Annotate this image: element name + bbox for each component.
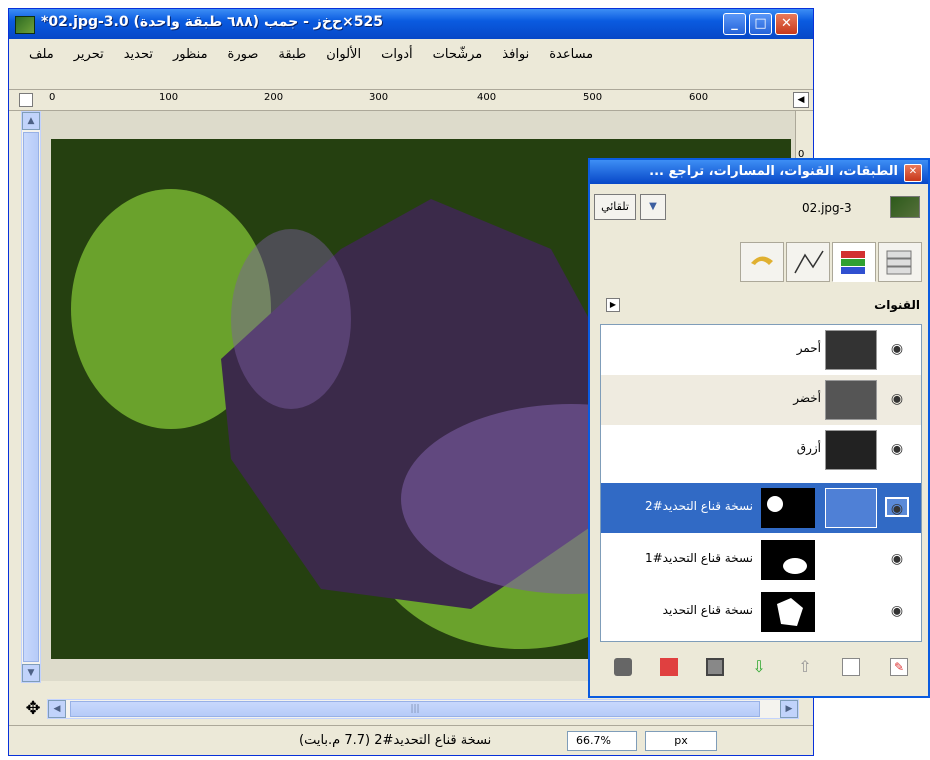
channel-row-red[interactable]: ◉ أحمر: [601, 325, 921, 375]
eye-icon[interactable]: ◉: [885, 389, 909, 409]
maximize-button[interactable]: □: [749, 13, 772, 35]
mask-thumbnail: [761, 488, 815, 528]
channel-name: أزرق: [796, 441, 821, 455]
status-message: نسخة قناع التحديد#2 (7.7 م.بايت): [299, 733, 492, 748]
scroll-down-icon[interactable]: ▼: [22, 664, 40, 682]
layers-icon: [886, 250, 912, 275]
horizontal-scroll-thumb[interactable]: |||: [70, 701, 760, 717]
mask-row-2[interactable]: ◉ نسخة قناع التحديد#2: [601, 483, 921, 533]
tab-channels[interactable]: [832, 242, 876, 282]
channels-icon: [841, 251, 865, 274]
ruler-menu-arrow-icon[interactable]: ◀: [793, 92, 809, 108]
channels-header: ▶ القنوات: [590, 290, 928, 320]
menu-colors[interactable]: الألوان: [326, 47, 361, 62]
tab-layers[interactable]: [878, 242, 922, 282]
close-button[interactable]: ✕: [775, 13, 798, 35]
menu-filters[interactable]: مرشّحات: [433, 47, 483, 62]
menu-file[interactable]: ملف: [29, 47, 54, 62]
eye-icon[interactable]: ◉: [885, 601, 909, 621]
channel-name: أخضر: [793, 391, 821, 405]
menu-tools[interactable]: أدوات: [381, 47, 413, 62]
unit-select[interactable]: px: [645, 731, 717, 751]
channel-color-swatch: [825, 488, 877, 528]
selection-overlay: [231, 229, 351, 409]
mask-name: نسخة قناع التحديد: [662, 603, 753, 617]
mask-thumbnail: [761, 592, 815, 632]
channel-name: أحمر: [796, 341, 821, 355]
title-bar[interactable]: *02.jpg-3.0 (٦٨٨ طبقة واحدة) 525×ح‌خ‌ز -…: [9, 9, 813, 39]
raise-channel-icon[interactable]: ⇧: [796, 658, 814, 676]
mask-name: نسخة قناع التحديد#2: [644, 499, 753, 513]
ruler-tick: 300: [369, 92, 389, 103]
scroll-up-icon[interactable]: ▲: [22, 112, 40, 130]
menu-select[interactable]: تحديد: [124, 47, 153, 62]
menu-layer[interactable]: طبقة: [278, 47, 306, 62]
lower-channel-icon[interactable]: ⇩: [750, 658, 768, 676]
duplicate-channel-icon[interactable]: [706, 658, 724, 676]
auto-button[interactable]: تلقائي: [594, 194, 636, 220]
eye-icon[interactable]: ◉: [885, 549, 909, 569]
ruler-tick: 400: [477, 92, 497, 103]
close-icon[interactable]: ✕: [904, 164, 922, 182]
vertical-scrollbar[interactable]: ▲ ▼: [21, 111, 41, 683]
channel-thumbnail: [825, 430, 877, 470]
ruler-tick: 200: [264, 92, 284, 103]
channel-row-blue[interactable]: ◉ أزرق: [601, 425, 921, 475]
scroll-left-icon[interactable]: ◀: [48, 700, 66, 718]
menu-image[interactable]: صورة: [228, 47, 259, 62]
ruler-tick: 500: [583, 92, 603, 103]
image-name: 02.jpg-3: [802, 201, 852, 215]
menu-windows[interactable]: نوافذ: [502, 47, 529, 62]
channel-thumbnail: [825, 380, 877, 420]
zoom-icon[interactable]: [19, 93, 33, 107]
image-thumbnail: [890, 196, 920, 218]
navigate-icon[interactable]: ✥: [23, 699, 43, 719]
chevron-down-icon[interactable]: ▼: [640, 194, 666, 220]
horizontal-scrollbar[interactable]: ◀ ||| ▶: [47, 699, 799, 719]
tab-menu-icon[interactable]: ▶: [606, 298, 620, 312]
menu-help[interactable]: مساعدة: [549, 47, 593, 62]
dock-title: الطبقات، القنوات، المسارات، تراجع ...: [590, 160, 928, 184]
mask-thumbnail: [761, 540, 815, 580]
tab-paths[interactable]: [786, 242, 830, 282]
edit-channel-icon[interactable]: ✎: [890, 658, 908, 676]
vertical-scroll-thumb[interactable]: [23, 132, 39, 662]
image-selector-row: تلقائي ▼ 02.jpg-3: [590, 188, 928, 224]
menu-edit[interactable]: تحرير: [74, 47, 104, 62]
mask-row-1[interactable]: ◉ نسخة قناع التحديد#1: [601, 535, 921, 585]
dock-tabs: [740, 242, 926, 282]
eye-icon[interactable]: ◉: [885, 439, 909, 459]
channel-thumbnail: [825, 330, 877, 370]
channels-title: القنوات: [874, 298, 920, 312]
tab-undo[interactable]: [740, 242, 784, 282]
paths-icon: [794, 250, 824, 274]
undo-icon: [751, 256, 773, 265]
channel-tools-bar: ⇩ ⇧ ✎: [590, 648, 928, 688]
trash-icon[interactable]: [614, 658, 632, 676]
eye-icon[interactable]: ◉: [885, 497, 909, 517]
mask-name: نسخة قناع التحديد#1: [644, 551, 753, 565]
minimize-button[interactable]: _: [723, 13, 746, 35]
eye-icon[interactable]: ◉: [885, 339, 909, 359]
menu-view[interactable]: منظور: [173, 47, 208, 62]
channels-list: ◉ أحمر ◉ أخضر ◉ أزرق ◉ نسخة قناع التحديد…: [600, 324, 922, 642]
window-title: *02.jpg-3.0 (٦٨٨ طبقة واحدة) 525×ح‌خ‌ز -…: [41, 14, 384, 30]
scroll-right-icon[interactable]: ▶: [780, 700, 798, 718]
channel-row-green[interactable]: ◉ أخضر: [601, 375, 921, 425]
layers-dock-panel: الطبقات، القنوات، المسارات، تراجع ... ✕ …: [588, 158, 930, 698]
ruler-tick: 600: [689, 92, 709, 103]
mask-row-0[interactable]: ◉ نسخة قناع التحديد: [601, 587, 921, 637]
ruler-tick: 0: [49, 92, 56, 103]
new-channel-icon[interactable]: [842, 658, 860, 676]
ruler-tick: 100: [159, 92, 179, 103]
menu-bar: ملف تحرير تحديد منظور صورة طبقة الألوان …: [9, 41, 813, 67]
channel-to-selection-icon[interactable]: [660, 658, 678, 676]
zoom-combo[interactable]: 66.7%: [567, 731, 637, 751]
status-bar: px 66.7% نسخة قناع التحديد#2 (7.7 م.بايت…: [9, 725, 813, 755]
horizontal-ruler[interactable]: 0 100 200 300 400 500 600 ◀: [9, 89, 813, 111]
gimp-app-icon: [15, 16, 35, 34]
